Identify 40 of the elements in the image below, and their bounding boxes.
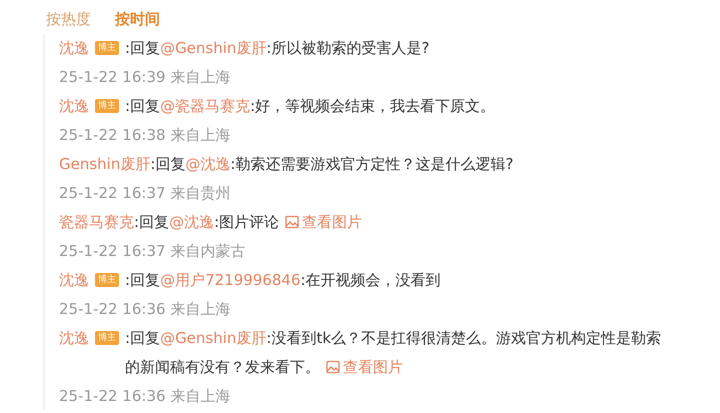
comment-location: 来自上海	[170, 126, 230, 144]
author-link[interactable]: 沈逸	[59, 266, 89, 295]
comment-location: 来自内蒙古	[170, 242, 246, 260]
comment-time: 25-1-22 16:38	[59, 126, 166, 144]
mention-link[interactable]: @用户7219996846	[160, 271, 300, 289]
comment-time: 25-1-22 16:37	[59, 184, 166, 202]
comment-time: 25-1-22 16:39	[59, 68, 166, 86]
comment-time: 25-1-22 16:36	[59, 300, 166, 318]
author-link[interactable]: 沈逸	[59, 324, 89, 353]
comment-text: :回复@用户7219996846:在开视频会，没看到	[125, 270, 442, 291]
comment-text: :回复@瓷器马赛克:好，等视频会结束，我去看下原文。	[125, 96, 496, 117]
comment-text: :回复@沈逸:勒索还需要游戏官方定性？这是什么逻辑?	[150, 154, 514, 175]
mention-link[interactable]: @Genshin废肝	[160, 329, 266, 347]
view-image-link[interactable]: 查看图片	[326, 358, 403, 376]
author-link[interactable]: Genshin废肝	[59, 150, 150, 179]
author-badge: 博主	[95, 331, 119, 345]
author-badge: 博主	[95, 273, 119, 287]
author-link[interactable]: 沈逸	[59, 34, 89, 63]
comment-text: :回复@沈逸:图片评论 查看图片	[134, 212, 364, 233]
comment-time: 25-1-22 16:36	[59, 387, 166, 405]
mention-link[interactable]: @瓷器马赛克	[160, 97, 250, 115]
comment-time: 25-1-22 16:37	[59, 242, 166, 260]
author-link[interactable]: 瓷器马赛克	[59, 208, 134, 237]
author-badge: 博主	[95, 99, 119, 113]
image-icon	[285, 215, 300, 229]
comment-location: 来自贵州	[170, 184, 230, 202]
image-icon	[326, 360, 340, 374]
comment-location: 来自上海	[170, 300, 230, 318]
sort-tab[interactable]: 按时间	[115, 4, 160, 34]
author-badge: 博主	[95, 41, 119, 55]
author-link[interactable]: 沈逸	[59, 92, 89, 121]
comment-text: :回复@Genshin废肝:没看到tk么？不是扛得很清楚么。游戏官方机构定性是勒索的新闻稿有没有？发来看下。 查看图片	[125, 328, 662, 378]
mention-link[interactable]: @沈逸	[169, 213, 214, 231]
comment-location: 来自上海	[170, 68, 230, 86]
comment-location: 来自上海	[170, 387, 230, 405]
mention-link[interactable]: @沈逸	[185, 155, 230, 173]
mention-link[interactable]: @Genshin废肝	[160, 39, 266, 57]
sort-tab[interactable]: 按热度	[46, 4, 91, 34]
comment-text: :回复@Genshin废肝:所以被勒索的受害人是?	[125, 38, 430, 59]
view-image-link[interactable]: 查看图片	[285, 213, 362, 231]
